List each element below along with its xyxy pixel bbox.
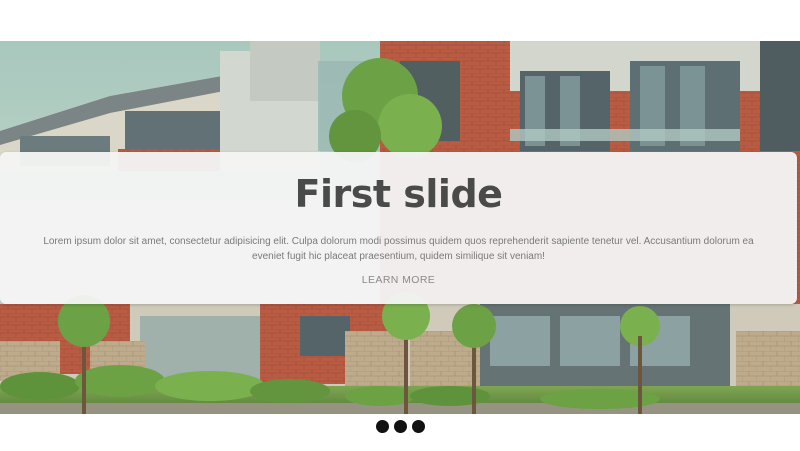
slide-description: Lorem ipsum dolor sit amet, consectetur … <box>43 236 754 262</box>
indicator-dot-3[interactable] <box>411 420 425 433</box>
slide-title: First slide <box>294 172 503 216</box>
indicator-dot-1[interactable] <box>375 420 389 433</box>
slide-caption: First slide Lorem ipsum dolor sit amet, … <box>0 152 797 304</box>
image-carousel: First slide Lorem ipsum dolor sit amet, … <box>0 0 800 451</box>
carousel-indicators <box>0 420 800 434</box>
learn-more-link[interactable]: LEARN MORE <box>0 274 797 286</box>
indicator-dot-2[interactable] <box>393 420 407 433</box>
